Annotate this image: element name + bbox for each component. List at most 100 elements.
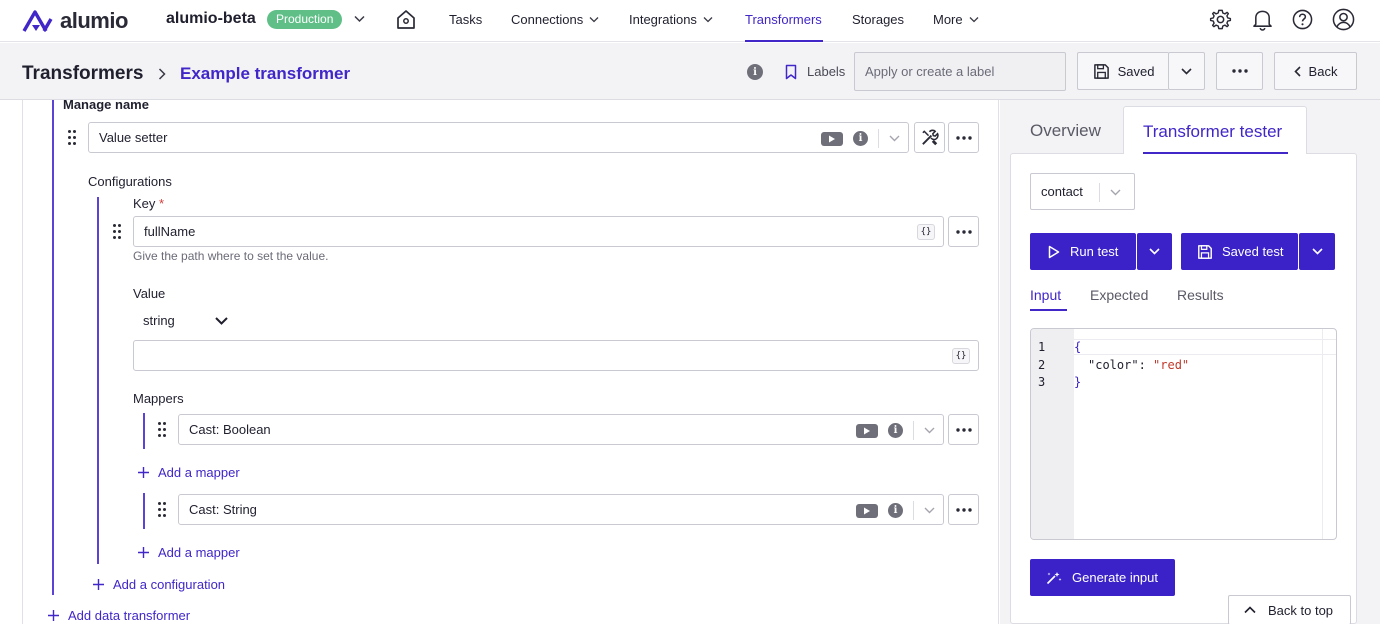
nav-tasks[interactable]: Tasks <box>449 12 482 27</box>
info-icon[interactable]: i <box>888 423 903 438</box>
saved-dropdown-button[interactable] <box>1168 52 1205 90</box>
add-configuration-link[interactable]: Add a configuration <box>92 577 225 592</box>
nav-integrations[interactable]: Integrations <box>629 12 713 27</box>
editor-margin <box>1322 329 1323 539</box>
info-icon[interactable]: i <box>888 503 903 518</box>
play-icon <box>1048 245 1060 258</box>
nav-more[interactable]: More <box>933 12 979 27</box>
breadcrumb-root[interactable]: Transformers <box>22 63 143 85</box>
help-icon[interactable] <box>1292 9 1313 30</box>
plus-icon <box>93 579 104 590</box>
run-test-dropdown-button[interactable] <box>1137 233 1172 270</box>
drag-handle-icon[interactable] <box>68 130 78 146</box>
subtab-input[interactable]: Input <box>1030 287 1061 303</box>
add-mapper-link[interactable]: Add a mapper <box>137 465 240 480</box>
alumio-logo[interactable]: alumio <box>22 8 128 34</box>
code-close-brace: } <box>1074 375 1082 389</box>
floppy-disk-icon <box>1093 63 1109 79</box>
user-icon[interactable] <box>1332 8 1355 31</box>
add-mapper-link[interactable]: Add a mapper <box>137 545 240 560</box>
logo-text: alumio <box>60 8 128 33</box>
saved-test-dropdown-button[interactable] <box>1299 233 1335 270</box>
add-data-transformer-link[interactable]: Add data transformer <box>47 608 190 623</box>
tools-button[interactable] <box>914 122 945 153</box>
nav-storages-label: Storages <box>852 12 905 27</box>
nav-transformers[interactable]: Transformers <box>745 12 822 27</box>
nav-transformers-label: Transformers <box>745 12 822 27</box>
environment-badge: Production <box>267 10 343 29</box>
input-code-editor[interactable]: 1 2 3 { "color": "red" } <box>1030 328 1337 540</box>
mapper-more-button[interactable] <box>948 414 979 445</box>
floppy-disk-icon <box>1198 244 1212 259</box>
braces-icon[interactable]: {} <box>952 348 970 364</box>
saved-test-button[interactable]: Saved test <box>1181 233 1298 270</box>
chevron-down-icon[interactable] <box>889 135 900 142</box>
key-input[interactable]: fullName {} <box>133 216 944 247</box>
subtab-expected[interactable]: Expected <box>1090 287 1148 303</box>
divider <box>913 421 914 440</box>
chevron-left-icon <box>1293 65 1301 77</box>
transformer-tester-panel: Overview Transformer tester contact Run … <box>1000 100 1380 624</box>
value-label: Value <box>133 286 166 301</box>
code-colon: : <box>1138 358 1154 372</box>
mapper-select[interactable]: Cast: String i <box>178 494 944 525</box>
bell-icon[interactable] <box>1252 8 1273 31</box>
run-test-button[interactable]: Run test <box>1030 233 1136 270</box>
code-line-2: "color": "red" <box>1088 358 1189 372</box>
braces-icon[interactable]: {} <box>917 224 935 240</box>
chevron-down-icon[interactable] <box>924 427 935 434</box>
subtab-results[interactable]: Results <box>1177 287 1224 303</box>
drag-handle-icon[interactable] <box>158 422 168 438</box>
back-to-top-label: Back to top <box>1268 602 1334 618</box>
config-tree-line <box>97 197 99 564</box>
drag-handle-icon[interactable] <box>113 224 123 240</box>
value-type-select[interactable]: string <box>143 313 228 328</box>
label-input[interactable]: Apply or create a label <box>854 52 1066 91</box>
key-more-button[interactable] <box>948 216 979 247</box>
code-key: "color" <box>1088 358 1139 372</box>
key-hint: Give the path where to set the value. <box>133 249 329 263</box>
bookmark-icon <box>785 64 797 80</box>
saved-button[interactable]: Saved <box>1077 52 1169 90</box>
back-to-top-button[interactable]: Back to top <box>1228 595 1351 624</box>
video-icon[interactable] <box>856 423 878 438</box>
environment-name[interactable]: alumio-beta <box>166 10 256 28</box>
more-actions-button[interactable] <box>1216 52 1263 90</box>
divider <box>913 501 914 520</box>
chevron-down-icon <box>969 17 979 23</box>
transformer-select[interactable]: Value setter i <box>88 122 909 153</box>
info-icon[interactable]: i <box>747 64 763 80</box>
mapper-select-value: Cast: String <box>189 502 257 517</box>
video-icon[interactable] <box>856 503 878 518</box>
gear-icon[interactable] <box>1209 8 1232 31</box>
chevron-down-icon[interactable] <box>924 507 935 514</box>
tab-overview[interactable]: Overview <box>1030 121 1101 141</box>
row-more-button[interactable] <box>948 122 979 153</box>
field-icons: i <box>856 421 935 440</box>
info-icon[interactable]: i <box>853 131 868 146</box>
nav-connections[interactable]: Connections <box>511 12 599 27</box>
plus-icon <box>138 547 149 558</box>
drag-handle-icon[interactable] <box>158 502 168 518</box>
generate-input-button[interactable]: Generate input <box>1030 559 1175 596</box>
key-input-value: fullName <box>144 224 196 239</box>
outer-tree-line <box>52 100 54 595</box>
video-icon[interactable] <box>821 131 843 146</box>
tab-transformer-tester[interactable]: Transformer tester <box>1123 106 1307 154</box>
transformer-editor: Manage name Value setter i Configuration… <box>22 97 999 624</box>
nav-storages[interactable]: Storages <box>852 12 904 27</box>
mapper-select[interactable]: Cast: Boolean i <box>178 414 944 445</box>
value-input[interactable]: {} <box>133 340 979 371</box>
home-icon[interactable] <box>395 8 417 30</box>
entity-select[interactable]: contact <box>1030 173 1135 210</box>
nav-tasks-label: Tasks <box>449 12 483 27</box>
environment-chevron-down-icon[interactable] <box>354 15 365 23</box>
chevron-down-icon <box>1110 189 1121 196</box>
back-button[interactable]: Back <box>1274 52 1357 90</box>
add-configuration-label: Add a configuration <box>113 577 226 592</box>
page-header: Transformers Example transformer i Label… <box>0 43 1380 100</box>
mapper-more-button[interactable] <box>948 494 979 525</box>
labels-label: Labels <box>807 64 846 79</box>
transformer-select-value: Value setter <box>99 130 168 145</box>
chevron-down-icon <box>215 316 228 325</box>
